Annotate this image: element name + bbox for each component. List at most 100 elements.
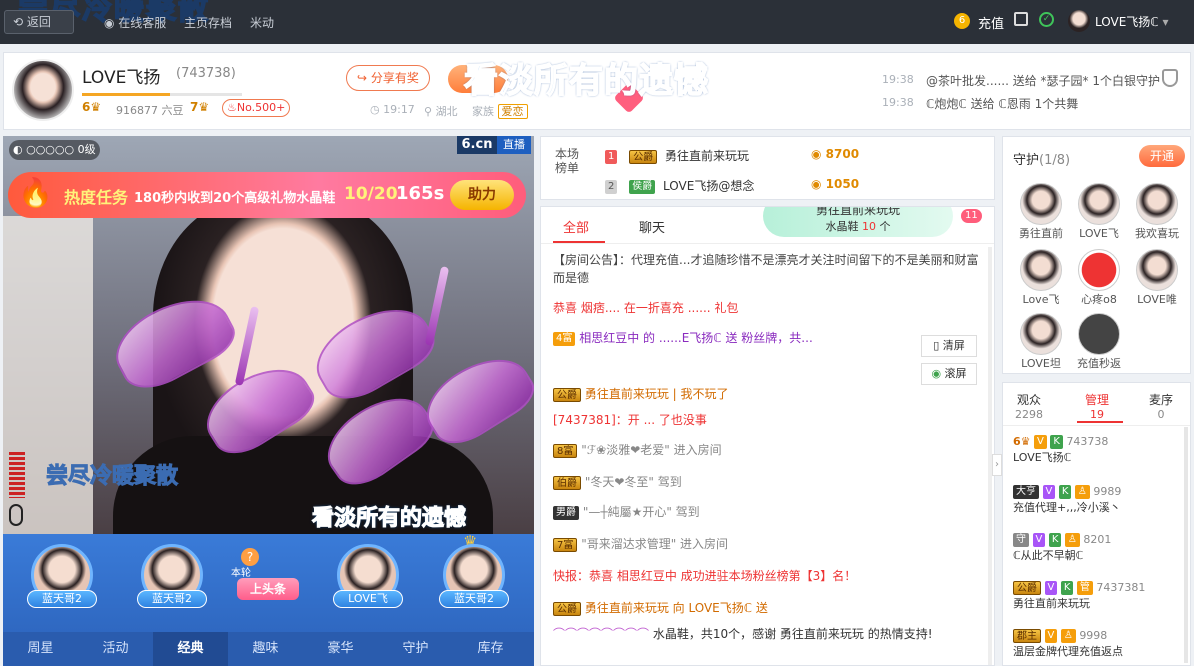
anchor-id: (743738) [176, 66, 236, 81]
chat-line: 7富 "哥来溜达求管理" 进入房间 [553, 535, 728, 552]
guard-avatar [1078, 313, 1120, 355]
seat-name: 蓝天哥2 [27, 590, 97, 608]
gift-tabs: 周星 活动 经典 趣味 豪华 守护 库存 [3, 632, 534, 666]
guard-member[interactable]: 我欢喜玩 [1127, 183, 1187, 241]
chat-tab-talk[interactable]: 聊天 [639, 217, 665, 236]
brand-logo: 6.cn [457, 136, 497, 154]
collapse-arrow-icon[interactable]: › [992, 454, 1002, 476]
family: 家族 爱恋 [472, 103, 528, 119]
shield-icon [1162, 69, 1178, 87]
clear-screen-button[interactable]: ▯ 清屏 [921, 335, 977, 357]
rank-row-1[interactable]: 1 公爵 勇往直前来玩玩 ◉ 8700 [605, 147, 985, 165]
help-button[interactable]: 助力 [450, 180, 514, 210]
tab-manager[interactable]: 管理 19 [1085, 391, 1109, 421]
location-pin-icon: ⚲ [424, 105, 436, 118]
guard-member[interactable]: 勇往直前 [1011, 183, 1071, 241]
ticker-time-1: 19:38 [882, 73, 914, 86]
chat-line: 公爵 勇往直前来玩玩 | 我不玩了 [553, 385, 729, 402]
check-circle-icon[interactable]: ✓ [1039, 12, 1054, 27]
guard-avatar [1136, 183, 1178, 225]
audience-row[interactable]: 公爵 V K 管 7437381 勇往直前来玩玩 [1013, 581, 1145, 611]
open-guard-button[interactable]: 开通 [1139, 145, 1185, 167]
user-menu[interactable]: LOVE飞扬ℂ ▾ [1095, 13, 1169, 30]
level-progress [82, 93, 242, 96]
user-avatar[interactable] [1068, 10, 1090, 32]
anchor-beans: 916877 六豆 [116, 104, 184, 117]
guard-avatar [1020, 249, 1062, 291]
tab-luxury[interactable]: 豪华 [303, 632, 378, 666]
task-progress: 10/20 [344, 184, 398, 204]
coin-icon: 6 [954, 13, 970, 29]
rank-score: ◉ 1050 [811, 177, 860, 191]
slogan-overlay: 看淡所有的遗憾 [463, 60, 709, 102]
headline-seat[interactable]: ? 本轮 上头条 [223, 534, 321, 630]
live-badge: 直播 [497, 136, 531, 154]
seat-name: 蓝天哥2 [439, 590, 509, 608]
audience-row[interactable]: 守 V K ♙ 8201 ℂ从此不早朝ℂ [1013, 533, 1111, 563]
tab-classic[interactable]: 经典 [153, 632, 228, 666]
audience-scrollbar[interactable] [1184, 427, 1188, 663]
gift-detail: 水晶鞋 10 个 [825, 220, 891, 233]
back-button[interactable]: ⟲ 返回 [4, 10, 74, 34]
ticker-time-2: 19:38 [882, 96, 914, 109]
guard-member[interactable]: LOVE坦 [1011, 313, 1071, 371]
anchor-name: LOVE飞扬 [82, 68, 161, 88]
guard-avatar [1078, 183, 1120, 225]
guard-member[interactable]: 心疼o8 [1069, 249, 1129, 307]
gift-notice-popup: 勇往直前来玩玩 水晶鞋 10 个 [763, 207, 953, 237]
guard-avatar [1078, 249, 1120, 291]
nav-archive[interactable]: 主页存档 [184, 14, 232, 31]
rank-badge[interactable]: ♨No.500+ [222, 99, 291, 117]
task-title: 热度任务 [64, 188, 129, 207]
trash-icon: ▯ [933, 339, 943, 352]
guard-member[interactable]: 充值秒返 [1069, 313, 1129, 371]
anchor-info-bar: LOVE飞扬 (743738) 6♛ 916877 六豆 7♛ ♨No.500+… [3, 52, 1191, 130]
seat-1[interactable]: 蓝天哥2 [13, 534, 111, 630]
audience-row[interactable]: 6♛ V K 743738 LOVE飞扬ℂ [1013, 435, 1108, 465]
rank-board: 本场榜单 1 公爵 勇往直前来玩玩 ◉ 8700 2 侯爵 LOVE飞扬@想念 … [540, 136, 995, 200]
anchor-avatar[interactable] [12, 59, 74, 121]
tab-mic-queue[interactable]: 麦序 0 [1149, 391, 1173, 421]
chat-line: 快报：恭喜 相思红豆中 成功进驻本场粉丝榜第【3】名！ [553, 569, 857, 583]
seat-4[interactable]: LOVE飞 [319, 534, 417, 630]
live-time: ◷ 19:17 [370, 103, 415, 116]
seat-name: 蓝天哥2 [137, 590, 207, 608]
seat-5[interactable]: ♛ 蓝天哥2 [425, 532, 523, 630]
share-button[interactable]: ↪ 分享有奖 [346, 65, 430, 91]
chat-line: ⌒⌒⌒⌒⌒⌒⌒⌒ 水晶鞋，共10个，感谢 勇往直前来玩玩 的热情支持! [553, 627, 933, 641]
headset-icon: ◉ [104, 16, 119, 30]
audience-panel: 观众 2298 管理 19 麦序 0 6♛ V K 743738 LOVE飞扬ℂ 大亨 … [1002, 382, 1191, 666]
tab-guard[interactable]: 守护 [378, 632, 453, 666]
chat-tab-all[interactable]: 全部 [563, 217, 589, 236]
family-tag[interactable]: 爱恋 [497, 104, 528, 119]
nav-mi[interactable]: 米动 [250, 14, 274, 31]
guard-member[interactable]: LOVE飞 [1069, 183, 1129, 241]
tab-weekly-star[interactable]: 周星 [3, 632, 78, 666]
guard-title: 守护(1/8) [1013, 153, 1071, 168]
crystal-shoe-heel [424, 266, 450, 346]
audience-row[interactable]: 郡主 V ♙ 9998 温层金牌代理充值返点 [1013, 629, 1123, 659]
recharge-link[interactable]: 充值 [978, 13, 1004, 32]
coin-icon: ◉ [811, 147, 826, 161]
guard-member[interactable]: Love飞 [1011, 249, 1071, 307]
guard-member[interactable]: LOVE唯 [1127, 249, 1187, 307]
scroll-screen-button[interactable]: ◉ 滚屏 [921, 363, 977, 385]
back-icon: ⟲ [13, 15, 27, 29]
task-desc: 180秒内收到20个高级礼物水晶鞋 [134, 191, 336, 206]
ticker-text-1: @茶叶批发...... 送给 *瑟子园* 1个白银守护 [926, 74, 1160, 88]
nav-customer-service[interactable]: ◉ 在线客服 [104, 14, 166, 31]
rank-name: 勇往直前来玩玩 [665, 149, 750, 163]
noble-badge: 公爵 [629, 149, 658, 164]
tab-fun[interactable]: 趣味 [228, 632, 303, 666]
rank-row-2[interactable]: 2 侯爵 LOVE飞扬@想念 ◉ 1050 [605, 177, 985, 195]
chat-line: 4富 相思红豆中 的 ......E飞扬ℂ 送 粉丝牌，共... [553, 329, 813, 346]
flame-icon: 🔥 [18, 176, 53, 209]
seat-2[interactable]: 蓝天哥2 [123, 534, 221, 630]
tab-audience[interactable]: 观众 2298 [1015, 391, 1043, 421]
headline-tag: 本轮 [231, 568, 251, 579]
audience-row[interactable]: 大亨 V K ♙ 9989 充值代理+,,,冷小溪丶 [1013, 485, 1121, 515]
clock-icon: ◷ [370, 103, 384, 116]
tab-inventory[interactable]: 库存 [453, 632, 528, 666]
tab-activity[interactable]: 活动 [78, 632, 153, 666]
edit-icon[interactable] [1014, 12, 1028, 26]
